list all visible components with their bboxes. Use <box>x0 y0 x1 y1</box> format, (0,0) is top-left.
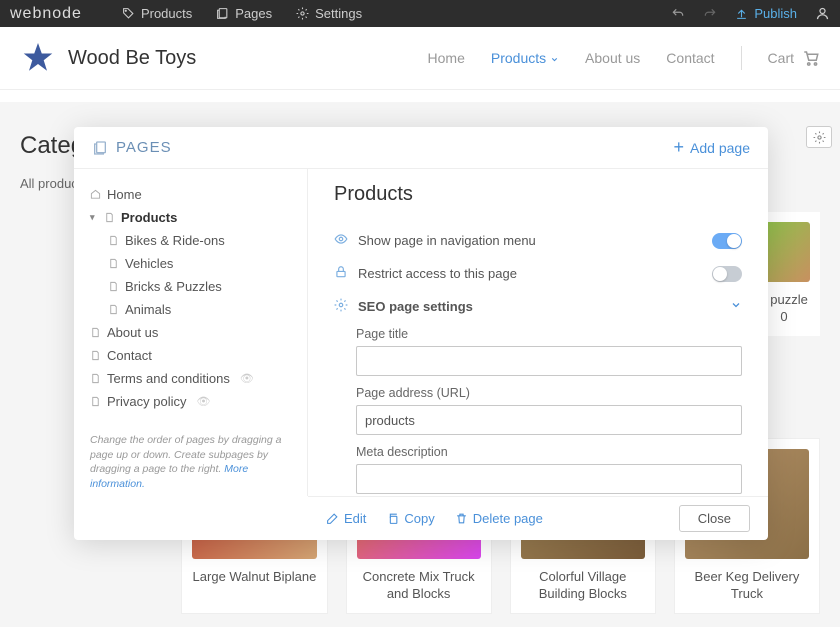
tree-hint: Change the order of pages by dragging a … <box>90 413 297 492</box>
page-icon <box>104 212 115 223</box>
field-meta-description: Meta description <box>356 445 742 494</box>
page-icon <box>90 396 101 407</box>
toggle-show-in-nav[interactable] <box>712 233 742 249</box>
input-page-title[interactable] <box>356 346 742 376</box>
label-meta-description: Meta description <box>356 445 742 459</box>
delete-page-button[interactable]: Delete page <box>455 511 543 526</box>
field-page-url: Page address (URL) <box>356 386 742 435</box>
tree-item-contact[interactable]: Contact <box>90 344 297 367</box>
page-icon <box>90 373 101 384</box>
detail-page-title: Products <box>334 183 742 206</box>
tree-item-vehicles[interactable]: Vehicles <box>108 252 297 275</box>
tree-item-animals[interactable]: Animals <box>108 298 297 321</box>
tree-item-terms[interactable]: Terms and conditions👁 <box>90 367 297 390</box>
page-icon <box>90 350 101 361</box>
home-icon <box>90 189 101 200</box>
tree-item-privacy[interactable]: Privacy policy👁 <box>90 390 297 413</box>
add-page-button[interactable]: + Add page <box>674 137 750 158</box>
page-tree-panel: Home ▾ Products Bikes & Ride-ons Vehicle… <box>74 169 308 496</box>
label-page-title: Page title <box>356 327 742 341</box>
modal-body: Home ▾ Products Bikes & Ride-ons Vehicle… <box>74 169 768 496</box>
gear-icon <box>334 298 348 315</box>
modal-footer: Edit Copy Delete page Close <box>308 496 768 540</box>
eye-icon <box>334 232 348 249</box>
toggle-restrict-access[interactable] <box>712 266 742 282</box>
tree-item-home[interactable]: Home <box>90 183 297 206</box>
page-icon <box>90 327 101 338</box>
copy-page-button[interactable]: Copy <box>386 511 434 526</box>
tree-item-bikes[interactable]: Bikes & Ride-ons <box>108 229 297 252</box>
page-icon <box>108 258 119 269</box>
hidden-icon: 👁 <box>196 395 210 408</box>
page-icon <box>108 304 119 315</box>
plus-icon: + <box>674 137 685 158</box>
edit-icon <box>326 512 339 525</box>
tree-item-about[interactable]: About us <box>90 321 297 344</box>
caret-down-icon: ▾ <box>90 212 98 223</box>
seo-section-header[interactable]: SEO page settings <box>334 290 742 323</box>
edit-page-button[interactable]: Edit <box>326 511 366 526</box>
copy-icon <box>386 512 399 525</box>
label-page-url: Page address (URL) <box>356 386 742 400</box>
close-button[interactable]: Close <box>679 505 750 532</box>
setting-restrict-access: Restrict access to this page <box>334 257 742 290</box>
pages-modal: PAGES + Add page Home ▾ Products Bikes &… <box>74 127 768 540</box>
input-meta-description[interactable] <box>356 464 742 494</box>
page-detail-panel: Products Show page in navigation menu Re… <box>308 169 768 496</box>
field-page-title: Page title <box>356 327 742 376</box>
chevron-down-icon[interactable] <box>730 299 742 314</box>
detail-scroll[interactable]: Products Show page in navigation menu Re… <box>308 169 768 496</box>
trash-icon <box>455 512 468 525</box>
input-page-url[interactable] <box>356 405 742 435</box>
modal-header: PAGES + Add page <box>74 127 768 169</box>
setting-show-in-nav: Show page in navigation menu <box>334 224 742 257</box>
hidden-icon: 👁 <box>240 372 254 385</box>
pages-stack-icon <box>92 140 108 156</box>
tree-item-bricks[interactable]: Bricks & Puzzles <box>108 275 297 298</box>
page-icon <box>108 235 119 246</box>
tree-item-products[interactable]: ▾ Products <box>90 206 297 229</box>
page-icon <box>108 281 119 292</box>
modal-title: PAGES <box>92 139 172 156</box>
lock-icon <box>334 265 348 282</box>
